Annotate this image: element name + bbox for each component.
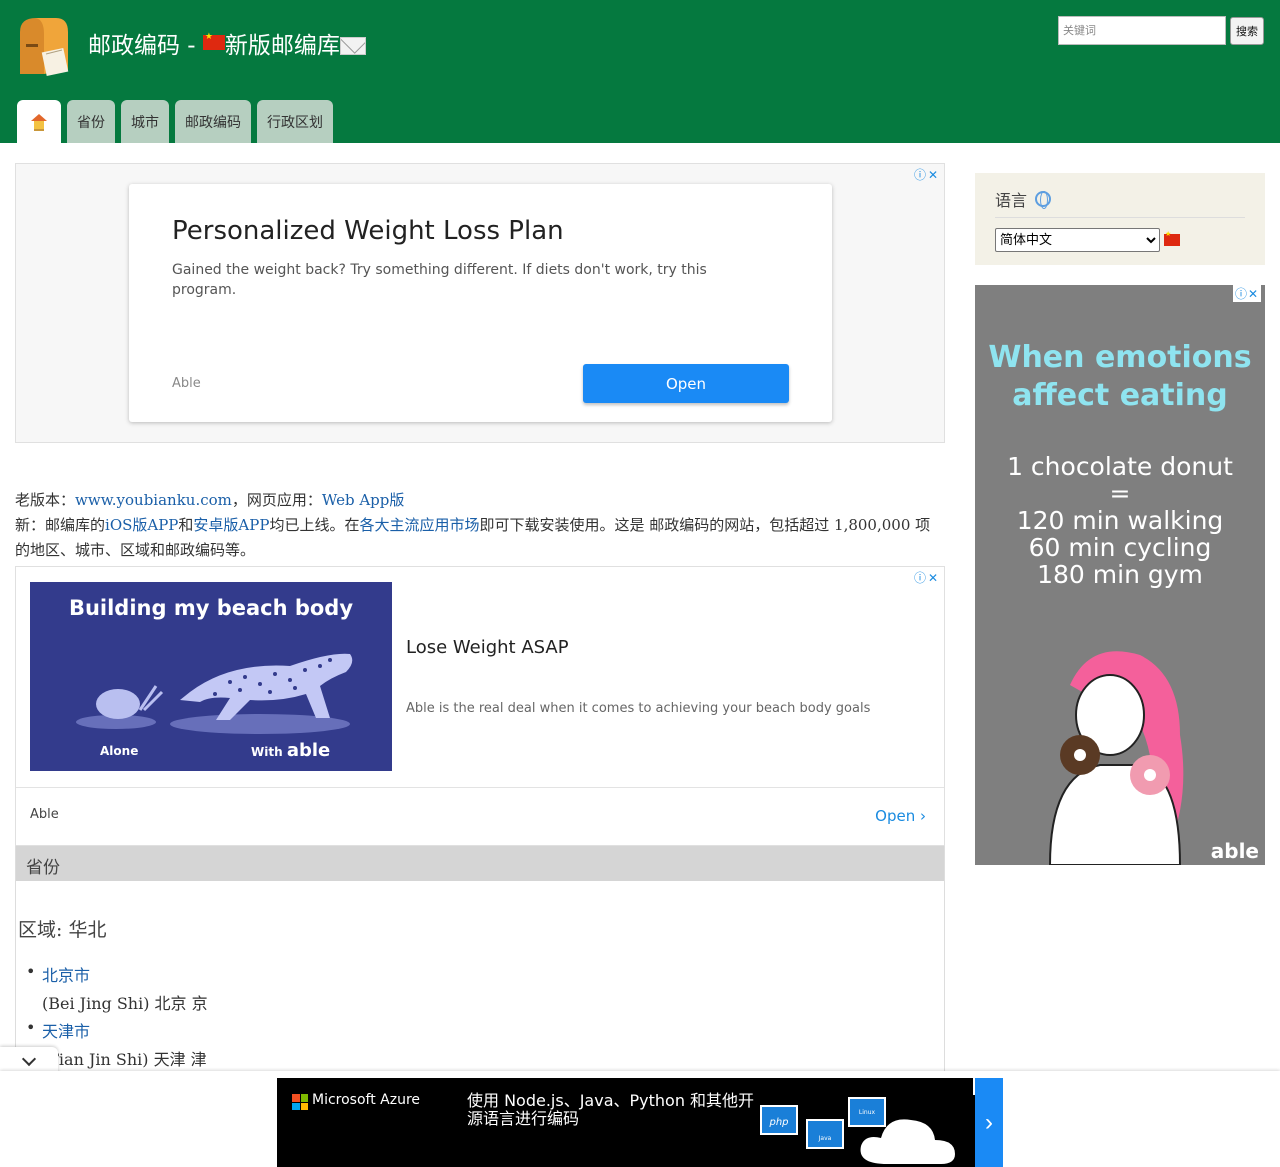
with-brand: able [286,740,331,761]
sidebar-ad-brand: able [1210,839,1259,863]
province-link-beijing[interactable]: 北京市 [42,962,208,990]
site-title-text: 邮政编码 - [88,33,203,59]
envelope-icon [339,37,366,55]
intro-text: 老版本：www.youbianku.com，网页应用：Web App版 新：邮编… [15,488,945,563]
tab-home[interactable] [17,100,61,143]
globe-icon [1035,191,1052,209]
province-link-tianjin[interactable]: 天津市 [42,1018,208,1046]
china-flag-icon [1164,230,1180,246]
region-heading: 区域: 华北 [18,919,107,941]
with-text: With [251,745,287,759]
microsoft-logo-icon [292,1094,308,1110]
province-section: 省份 区域: 华北 北京市 (Bei Jing Shi) 北京 京 天津市 (T… [15,846,945,1076]
language-title: 语言 [995,187,1245,218]
linux-label: Linux [859,1109,876,1116]
language-row: 简体中文 [995,228,1245,252]
android-app-link[interactable]: 安卓版APP [193,516,269,534]
web-app-label: ，网页应用： [231,491,322,509]
top-ad-open-button[interactable]: Open [583,364,789,403]
ad-choices-icon[interactable]: ⓘ✕ [914,166,940,183]
php-label: php [768,1117,788,1128]
tab-postal-codes[interactable]: 邮政编码 [175,100,251,143]
old-version-link[interactable]: www.youbianku.com [75,491,232,509]
province-detail-beijing: (Bei Jing Shi) 北京 京 [42,994,208,1013]
tab-provinces[interactable]: 省份 [67,100,115,143]
middle-ad-description: Able is the real deal when it comes to a… [406,701,871,716]
top-ad: ⓘ✕ Personalized Weight Loss Plan Gained … [15,163,945,443]
sidebar-ad-line-1: 1 chocolate donut [1007,452,1233,481]
alone-label: Alone [100,744,139,758]
app-stores-link[interactable]: 各大主流应用市场 [359,516,479,534]
middle-ad-open-link[interactable]: Open › [875,807,926,825]
intro-line-1: 老版本：www.youbianku.com，网页应用：Web App版 [15,488,945,513]
tab-administrative-divisions[interactable]: 行政区划 [257,100,333,143]
middle-ad-image[interactable]: Building my beach body Alone With able [30,582,392,771]
sidebar-ad-headline: When emotions affect eating [975,339,1265,415]
site-title-suffix: 新版邮编库 [224,33,340,59]
tab-cities[interactable]: 城市 [121,100,169,143]
site-header: 邮政编码 - 新版邮编库 搜索 省份 城市 邮政编码 行政区划 [0,0,1280,143]
bottom-ad-text: 使用 Node.js、Java、Python 和其他开源语言进行编码 [467,1091,755,1128]
language-title-text: 语言 [995,191,1028,210]
launched-text: 均已上线。在 [269,516,360,534]
sidebar-ad-line-4: 60 min cycling [1028,533,1212,562]
middle-ad-title[interactable]: Lose Weight ASAP [406,637,569,658]
sidebar-ad-line-5: 180 min gym [1037,560,1203,589]
sidebar-ad-body: 1 chocolate donut = 120 min walking 60 m… [975,453,1265,588]
china-flag-icon [202,32,225,50]
ad-choices-icon[interactable]: ⓘ✕ [1232,285,1261,302]
search-input[interactable] [1058,16,1226,45]
middle-ad: ⓘ✕ Building my beach body Alone With abl… [15,566,945,846]
bottom-ad-next-button[interactable]: › [975,1078,1003,1167]
ad-choices-icon[interactable]: ⓘ✕ [914,569,940,586]
java-label: Java [818,1135,832,1142]
woman-eating-donut-illustration-icon [1048,651,1184,865]
search-button[interactable]: 搜索 [1230,17,1264,45]
language-box: 语言 简体中文 [975,173,1265,265]
province-detail-tianjin: (Tian Jin Shi) 天津 津 [42,1050,207,1069]
top-ad-title[interactable]: Personalized Weight Loss Plan [172,216,564,246]
new-prefix: 新：邮编库的 [15,516,106,534]
top-ad-brand: Able [172,376,201,391]
sidebar-ad-headline-1: When emotions [988,340,1252,375]
sidebar-ad-line-2: = [1109,479,1131,508]
web-app-link[interactable]: Web App版 [322,491,404,509]
list-item: 北京市 (Bei Jing Shi) 北京 京 [26,962,208,1018]
top-ad-card[interactable]: Personalized Weight Loss Plan Gained the… [129,184,832,422]
province-section-header: 省份 [16,846,944,881]
sidebar-ad[interactable]: ⓘ✕ When emotions affect eating 1 chocola… [975,285,1265,865]
cloud-tech-illustration-icon: php Java Linux [760,1097,955,1164]
site-title[interactable]: 邮政编码 - 新版邮编库 [88,26,366,60]
snail-cheetah-illustration-icon [76,653,353,734]
middle-ad-divider [16,787,944,788]
sidebar-ad-headline-2: affect eating [1012,378,1228,413]
main-nav: 省份 城市 邮政编码 行政区划 [17,100,333,143]
bottom-ad[interactable]: Microsoft Azure 使用 Node.js、Java、Python 和… [277,1078,1003,1167]
middle-ad-brand: Able [30,807,59,822]
bottom-ad-brand: Microsoft Azure [312,1092,421,1108]
mailbox-logo-icon[interactable] [14,14,72,80]
top-ad-description: Gained the weight back? Try something di… [172,262,707,298]
chevron-down-icon [21,1051,37,1067]
with-able-label: With able [251,740,330,761]
and-text: 和 [178,516,194,534]
old-version-label: 老版本： [15,491,76,509]
home-icon [31,113,47,131]
intro-line-2: 新：邮编库的iOS版APP和安卓版APP均已上线。在各大主流应用市场即可下载安装… [15,513,945,563]
sidebar-ad-line-3: 120 min walking [1016,506,1224,535]
ios-app-link[interactable]: iOS版APP [105,516,178,534]
language-select[interactable]: 简体中文 [995,228,1160,252]
